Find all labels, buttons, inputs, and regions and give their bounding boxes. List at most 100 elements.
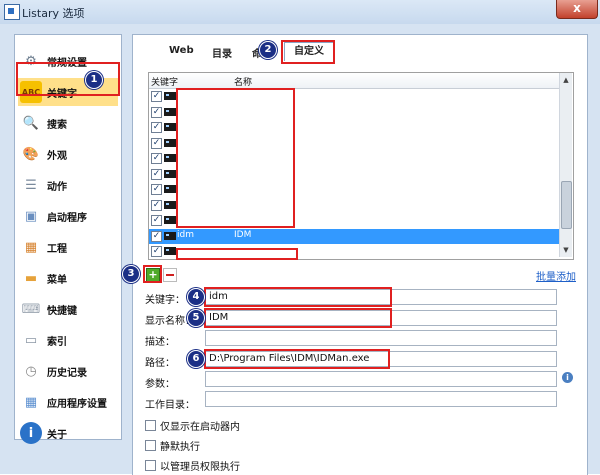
silent-checkbox[interactable] bbox=[145, 440, 156, 451]
row-checkbox[interactable]: ✓ bbox=[151, 153, 162, 164]
annotation-box-custom-tab bbox=[281, 40, 335, 64]
window-titlebar bbox=[0, 0, 600, 25]
program-icon bbox=[164, 92, 176, 100]
scroll-up-arrow-icon[interactable]: ▲ bbox=[560, 73, 572, 87]
sidebar-item-label: 索引 bbox=[47, 336, 67, 348]
sidebar-item-12[interactable]: i 关于 bbox=[18, 419, 118, 447]
row-checkbox[interactable]: ✓ bbox=[151, 137, 162, 149]
sidebar-item-9[interactable]: ▭ 索引 bbox=[18, 326, 118, 354]
sidebar-item-4[interactable]: ☰ 动作 bbox=[18, 171, 118, 199]
annotation-badge-1: 1 bbox=[85, 71, 103, 89]
row-name: IDM bbox=[234, 229, 252, 240]
launcher-only-label: 仅显示在启动器内 bbox=[160, 422, 240, 433]
folder-icon: ▬ bbox=[24, 270, 38, 286]
batch-add-link[interactable]: 批量添加 bbox=[536, 268, 576, 283]
annotation-box-display-name bbox=[204, 308, 392, 328]
row-checkbox[interactable]: ✓ bbox=[151, 246, 162, 257]
sidebar-item-label: 启动程序 bbox=[47, 212, 87, 224]
row-checkbox[interactable]: ✓ bbox=[151, 184, 162, 195]
row-checkbox[interactable]: ✓ bbox=[151, 215, 162, 226]
row-checkbox[interactable]: ✓ bbox=[151, 230, 162, 242]
app-grid-icon: ▦ bbox=[24, 394, 38, 410]
sidebar-item-6[interactable]: ▦ 工程 bbox=[18, 233, 118, 261]
clock-icon: ◷ bbox=[25, 363, 37, 379]
palette-icon: 🎨 bbox=[22, 146, 40, 162]
workdir-label: 工作目录： bbox=[145, 400, 195, 411]
column-header-keyword[interactable]: 关键字 bbox=[151, 75, 178, 88]
program-icon bbox=[164, 231, 176, 240]
program-icon bbox=[164, 185, 176, 193]
scroll-down-arrow-icon[interactable]: ▼ bbox=[560, 243, 572, 257]
silent-label: 静默执行 bbox=[160, 442, 200, 453]
list-header: 关键字 名称 bbox=[149, 73, 559, 89]
program-icon bbox=[164, 154, 176, 162]
sidebar-item-label: 应用程序设置 bbox=[47, 398, 107, 410]
close-button[interactable]: x bbox=[556, 0, 598, 19]
program-icon bbox=[164, 138, 176, 147]
sidebar-item-10[interactable]: ◷ 历史记录 bbox=[18, 357, 118, 385]
project-cube-icon: ▦ bbox=[24, 239, 38, 255]
program-icon bbox=[164, 169, 176, 178]
annotation-badge-6: 6 bbox=[187, 350, 205, 368]
params-label: 参数： bbox=[145, 379, 175, 390]
program-icon bbox=[164, 216, 176, 224]
keyboard-icon: ⌨ bbox=[21, 301, 41, 317]
info-icon[interactable]: i bbox=[562, 372, 573, 383]
action-list-icon: ☰ bbox=[25, 177, 37, 193]
launcher-window-icon: ▣ bbox=[24, 208, 38, 224]
sidebar-item-3[interactable]: 🎨 外观 bbox=[18, 140, 118, 168]
sidebar-item-label: 搜索 bbox=[47, 119, 67, 131]
launcher-only-checkbox[interactable] bbox=[145, 420, 156, 431]
annotation-badge-2: 2 bbox=[259, 41, 277, 59]
list-item[interactable]: ✓ idm IDM bbox=[149, 228, 559, 244]
annotation-box-add bbox=[143, 265, 162, 283]
option-silent[interactable]: 静默执行 bbox=[145, 438, 200, 453]
row-checkbox[interactable]: ✓ bbox=[151, 122, 162, 133]
row-keyword: idm bbox=[177, 229, 194, 240]
listary-app-icon bbox=[4, 4, 20, 20]
sidebar-item-label: 工程 bbox=[47, 243, 67, 255]
description-field[interactable] bbox=[205, 330, 557, 346]
annotation-box-keyword-nav bbox=[16, 62, 120, 96]
sidebar-item-label: 外观 bbox=[47, 150, 67, 162]
info-icon: i bbox=[20, 422, 42, 444]
tab-web[interactable]: Web bbox=[169, 45, 194, 56]
path-label: 路径： bbox=[145, 358, 175, 369]
list-scrollbar[interactable]: ▲ ▼ bbox=[559, 73, 572, 257]
sidebar-item-7[interactable]: ▬ 菜单 bbox=[18, 264, 118, 292]
sidebar-item-label: 关于 bbox=[47, 429, 67, 441]
program-icon bbox=[164, 123, 176, 131]
annotation-box-redacted-entries bbox=[176, 88, 295, 228]
workdir-field[interactable] bbox=[205, 391, 557, 407]
tab-directory[interactable]: 目录 bbox=[212, 45, 232, 60]
annotation-box-redacted-entry bbox=[176, 248, 298, 260]
sidebar-item-label: 历史记录 bbox=[47, 367, 87, 379]
row-checkbox[interactable]: ✓ bbox=[151, 106, 162, 118]
column-header-name[interactable]: 名称 bbox=[234, 75, 252, 88]
row-checkbox[interactable]: ✓ bbox=[151, 168, 162, 180]
program-icon bbox=[164, 247, 176, 255]
annotation-box-path bbox=[204, 349, 390, 369]
annotation-box-keyword bbox=[204, 287, 392, 307]
run-as-admin-checkbox[interactable] bbox=[145, 460, 156, 471]
row-checkbox[interactable]: ✓ bbox=[151, 199, 162, 211]
sidebar-item-8[interactable]: ⌨ 快捷键 bbox=[18, 295, 118, 323]
keyword-label: 关键字： bbox=[145, 295, 185, 306]
annotation-badge-3: 3 bbox=[122, 265, 140, 283]
sidebar-item-11[interactable]: ▦ 应用程序设置 bbox=[18, 388, 118, 416]
sidebar-item-2[interactable]: 🔍 搜索 bbox=[18, 109, 118, 137]
sidebar-item-label: 动作 bbox=[47, 181, 67, 193]
sidebar-item-label: 菜单 bbox=[47, 274, 67, 286]
scrollbar-thumb[interactable] bbox=[561, 181, 572, 229]
magnifier-icon: 🔍 bbox=[22, 115, 40, 131]
params-field[interactable] bbox=[205, 371, 557, 387]
run-as-admin-label: 以管理员权限执行 bbox=[160, 462, 240, 473]
row-checkbox[interactable]: ✓ bbox=[151, 91, 162, 102]
option-run-as-admin[interactable]: 以管理员权限执行 bbox=[145, 458, 240, 473]
annotation-badge-4: 4 bbox=[187, 288, 205, 306]
option-launcher-only[interactable]: 仅显示在启动器内 bbox=[145, 418, 240, 433]
index-icon: ▭ bbox=[24, 332, 38, 348]
remove-entry-button[interactable] bbox=[163, 268, 177, 282]
description-label: 描述： bbox=[145, 337, 175, 348]
sidebar-item-5[interactable]: ▣ 启动程序 bbox=[18, 202, 118, 230]
